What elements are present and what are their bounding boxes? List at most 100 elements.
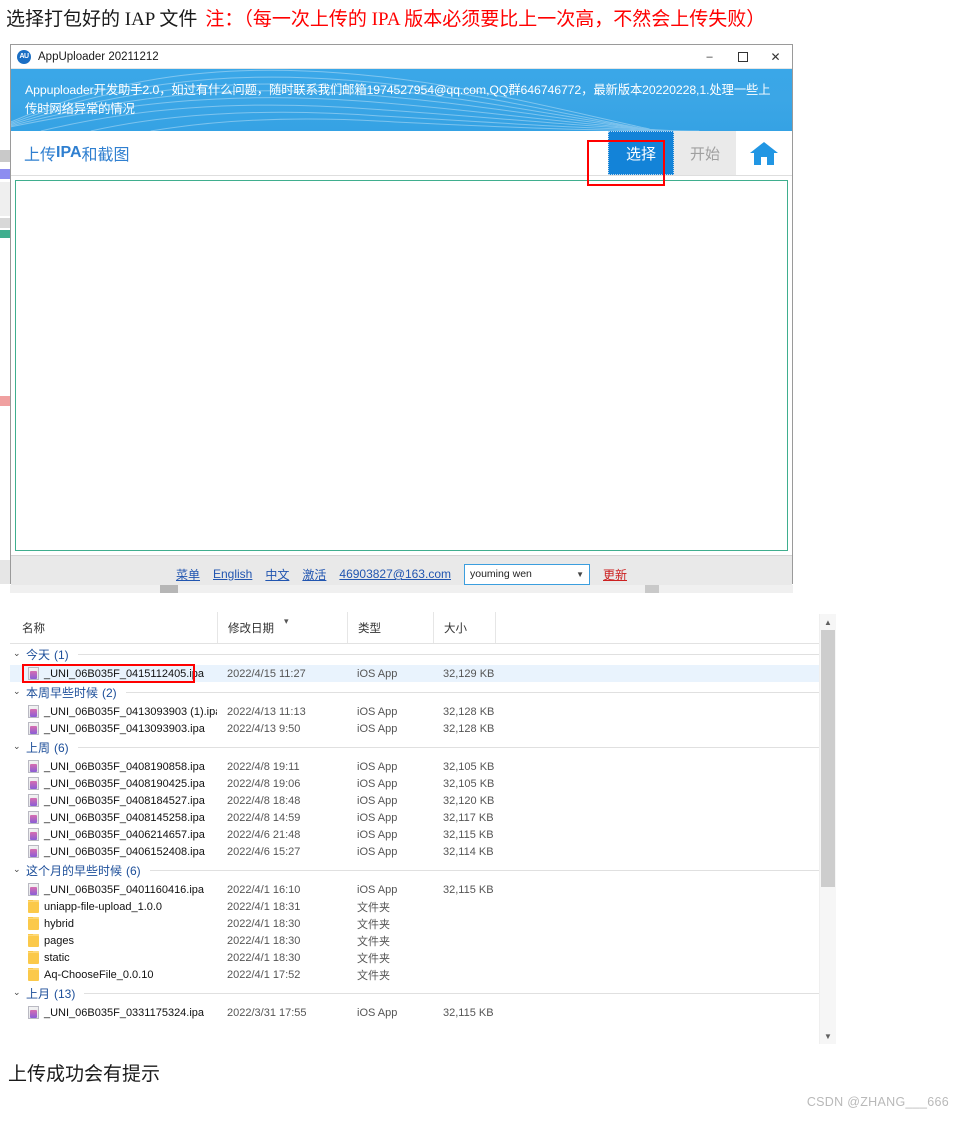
file-type-cell: 文件夹 xyxy=(357,935,390,948)
file-name-cell: _UNI_06B035F_0408190425.ipa xyxy=(10,777,217,790)
file-name-cell: _UNI_06B035F_0408190858.ipa xyxy=(10,760,217,773)
footer-link-chinese[interactable]: 中文 xyxy=(265,566,289,583)
file-date-cell: 2022/4/8 19:11 xyxy=(227,760,300,773)
footer-link-english[interactable]: English xyxy=(213,567,252,581)
file-name-label: pages xyxy=(44,934,74,947)
scrollbar-thumb-right[interactable] xyxy=(645,585,659,593)
sort-descending-icon: ▾ xyxy=(284,616,289,626)
start-button[interactable]: 开始 xyxy=(674,131,736,175)
file-name-cell: _UNI_06B035F_0408145258.ipa xyxy=(10,811,217,824)
column-header-date[interactable]: 修改日期 ▾ xyxy=(217,612,347,643)
file-name-label: _UNI_06B035F_0408145258.ipa xyxy=(44,811,205,824)
chevron-down-icon: ⌄ xyxy=(13,686,21,696)
file-name-cell: _UNI_06B035F_0331175324.ipa xyxy=(10,1006,217,1019)
footer-link-email[interactable]: 46903827@163.com xyxy=(339,567,451,581)
account-select[interactable]: youming wen ▼ xyxy=(464,563,590,585)
file-name-cell: _UNI_06B035F_0406152408.ipa xyxy=(10,845,217,858)
table-row[interactable]: _UNI_06B035F_0415112405.ipa 2022/4/15 11:… xyxy=(10,665,835,682)
file-group-header[interactable]: ⌄ 今天 (1) xyxy=(10,644,835,665)
footer-link-menu[interactable]: 菜单 xyxy=(176,566,200,583)
table-row[interactable]: _UNI_06B035F_0413093903 (1).ipa 2022/4/13… xyxy=(10,703,835,720)
file-group-divider xyxy=(84,993,829,994)
file-date-cell: 2022/4/13 11:13 xyxy=(227,705,306,718)
ipa-file-icon xyxy=(28,883,39,896)
table-row[interactable]: _UNI_06B035F_0401160416.ipa 2022/4/1 16:1… xyxy=(10,881,835,898)
file-date-cell: 2022/4/6 15:27 xyxy=(227,845,301,858)
file-name-cell: _UNI_06B035F_0413093903.ipa xyxy=(10,722,217,735)
background-window-edge-4 xyxy=(0,218,10,228)
background-window-edge-3 xyxy=(0,182,10,216)
file-type-cell: iOS App xyxy=(357,777,398,790)
chevron-down-icon: ⌄ xyxy=(13,741,21,751)
close-icon[interactable]: ✕ xyxy=(759,45,792,69)
column-header-name[interactable]: 名称 xyxy=(10,612,217,643)
file-group-header[interactable]: ⌄ 上周 (6) xyxy=(10,737,835,758)
file-name-cell: uniapp-file-upload_1.0.0 xyxy=(10,900,217,913)
file-group-header[interactable]: ⌄ 这个月的早些时候 (6) xyxy=(10,860,835,881)
file-group-header[interactable]: ⌄ 上月 (13) xyxy=(10,983,835,1004)
scroll-up-icon[interactable]: ▲ xyxy=(820,614,836,630)
home-button[interactable] xyxy=(736,131,792,175)
column-headers: 名称 修改日期 ▾ 类型 大小 xyxy=(10,612,835,644)
file-name-label: _UNI_06B035F_0406152408.ipa xyxy=(44,845,205,858)
folder-icon xyxy=(28,951,39,964)
ipa-file-icon xyxy=(28,760,39,773)
file-size-cell: 32,128 KB xyxy=(443,722,495,735)
table-row[interactable]: _UNI_06B035F_0408190858.ipa 2022/4/8 19:1… xyxy=(10,758,835,775)
window-horizontal-scrollbar[interactable] xyxy=(10,585,793,593)
select-button[interactable]: 选择 xyxy=(608,131,674,175)
file-date-cell: 2022/4/1 16:10 xyxy=(227,883,301,896)
file-name-label: _UNI_06B035F_0408190858.ipa xyxy=(44,760,205,773)
file-group-divider xyxy=(77,747,829,748)
explorer-scrollbar-thumb[interactable] xyxy=(821,630,835,887)
table-row[interactable]: _UNI_06B035F_0331175324.ipa 2022/3/31 17:… xyxy=(10,1004,835,1021)
table-row[interactable]: _UNI_06B035F_0408145258.ipa 2022/4/8 14:5… xyxy=(10,809,835,826)
maximize-icon[interactable] xyxy=(726,45,759,69)
file-group-divider xyxy=(77,654,829,655)
table-row[interactable]: _UNI_06B035F_0408184527.ipa 2022/4/8 18:4… xyxy=(10,792,835,809)
table-row[interactable]: _UNI_06B035F_0406214657.ipa 2022/4/6 21:4… xyxy=(10,826,835,843)
explorer-vertical-scrollbar[interactable]: ▲ ▼ xyxy=(819,614,836,1044)
table-row[interactable]: _UNI_06B035F_0408190425.ipa 2022/4/8 19:0… xyxy=(10,775,835,792)
column-header-extra[interactable] xyxy=(495,612,535,643)
file-name-label: _UNI_06B035F_0415112405.ipa xyxy=(44,667,205,680)
table-row[interactable]: _UNI_06B035F_0413093903.ipa 2022/4/13 9:5… xyxy=(10,720,835,737)
ipa-file-icon xyxy=(28,828,39,841)
column-header-type[interactable]: 类型 xyxy=(347,612,433,643)
ipa-file-icon xyxy=(28,1006,39,1019)
table-row[interactable]: pages 2022/4/1 18:30 文件夹 xyxy=(10,932,835,949)
action-title-prefix: 上传 xyxy=(24,147,57,164)
file-group-divider xyxy=(149,870,829,871)
minimize-icon[interactable]: – xyxy=(693,45,726,69)
file-group-count: (2) xyxy=(102,685,117,700)
upload-action-bar: 上传 IPA 和截图 选择 开始 xyxy=(11,131,792,176)
table-row[interactable]: uniapp-file-upload_1.0.0 2022/4/1 18:31 文件… xyxy=(10,898,835,915)
column-header-size[interactable]: 大小 xyxy=(433,612,495,643)
file-type-cell: iOS App xyxy=(357,883,398,896)
file-date-cell: 2022/4/1 17:52 xyxy=(227,968,301,981)
footer-link-update[interactable]: 更新 xyxy=(603,566,627,583)
background-window-edge-5 xyxy=(0,230,10,238)
file-date-cell: 2022/4/15 11:27 xyxy=(227,667,306,680)
file-size-cell: 32,115 KB xyxy=(443,883,494,896)
scroll-down-icon[interactable]: ▼ xyxy=(820,1028,836,1044)
table-row[interactable]: _UNI_06B035F_0406152408.ipa 2022/4/6 15:2… xyxy=(10,843,835,860)
table-row[interactable]: hybrid 2022/4/1 18:30 文件夹 xyxy=(10,915,835,932)
table-row[interactable]: static 2022/4/1 18:30 文件夹 xyxy=(10,949,835,966)
action-bar-title: 上传 IPA 和截图 xyxy=(11,131,608,175)
footer-link-activate[interactable]: 激活 xyxy=(302,566,326,583)
file-name-label: _UNI_06B035F_0406214657.ipa xyxy=(44,828,205,841)
file-type-cell: 文件夹 xyxy=(357,969,390,982)
file-name-label: Aq-ChooseFile_0.0.10 xyxy=(44,968,154,981)
background-window-edge-6 xyxy=(0,396,10,406)
file-name-label: _UNI_06B035F_0413093903 (1).ipa xyxy=(44,705,217,718)
maximize-square-icon xyxy=(737,51,748,62)
file-type-cell: 文件夹 xyxy=(357,901,390,914)
file-group-header[interactable]: ⌄ 本周早些时候 (2) xyxy=(10,682,835,703)
scrollbar-thumb-left[interactable] xyxy=(160,585,178,593)
folder-icon xyxy=(28,968,39,981)
upload-drop-canvas[interactable] xyxy=(15,180,788,551)
account-select-value: youming wen xyxy=(470,568,532,580)
file-type-cell: iOS App xyxy=(357,705,398,718)
table-row[interactable]: Aq-ChooseFile_0.0.10 2022/4/1 17:52 文件夹 xyxy=(10,966,835,983)
